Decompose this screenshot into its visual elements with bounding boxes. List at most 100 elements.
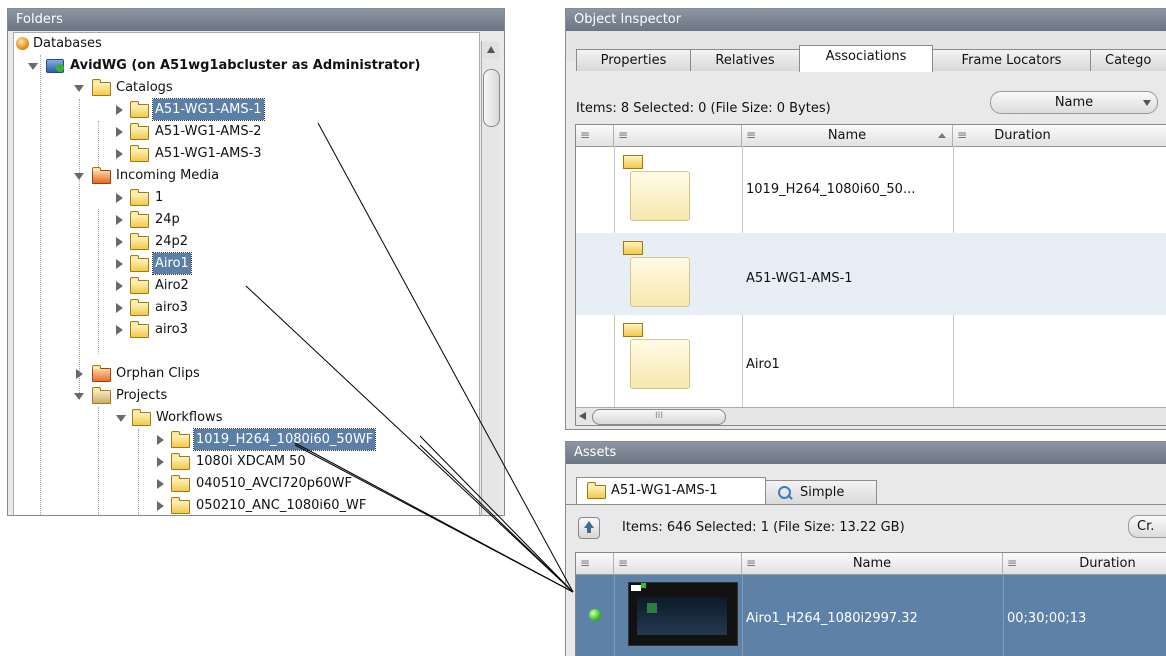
column-header-name[interactable]: ≡ Name — [742, 125, 953, 146]
expand-arrow-icon[interactable] — [157, 479, 164, 489]
column-menu-icon: ≡ — [618, 128, 629, 142]
folder-thumbnail-icon — [630, 339, 690, 389]
folder-icon — [623, 241, 643, 255]
expand-arrow-icon[interactable] — [157, 457, 164, 467]
expand-arrow-icon[interactable] — [116, 215, 123, 225]
tree-label: Databases — [33, 36, 102, 51]
clip-thumbnail — [628, 582, 738, 646]
column-header-duration[interactable]: ≡ Duration — [953, 125, 1166, 146]
expand-arrow-icon[interactable] — [116, 415, 126, 422]
folders-panel: Folders Databases AvidWG (on A51wg1abclu… — [7, 8, 505, 516]
tree-label: 1019_H264_1080i60_50WF — [192, 428, 377, 451]
folder-icon — [130, 255, 149, 272]
table-row[interactable]: A51-WG1-AMS-1 — [576, 233, 1166, 315]
sort-dropdown[interactable]: Name — [990, 91, 1158, 114]
expand-arrow-icon[interactable] — [116, 149, 123, 159]
row-name: Airo1_H264_1080i2997.32 — [746, 611, 918, 626]
expand-arrow-icon[interactable] — [116, 325, 123, 335]
scroll-thumb[interactable]: III — [592, 409, 726, 425]
folder-icon — [130, 101, 149, 118]
check-icon — [56, 64, 64, 72]
column-header[interactable]: ≡ — [614, 125, 742, 146]
tree-line — [138, 429, 139, 515]
expand-arrow-icon[interactable] — [116, 127, 123, 137]
chevron-down-icon — [1143, 100, 1151, 106]
folder-thumbnail-icon — [630, 171, 690, 221]
scroll-up-icon[interactable] — [483, 42, 499, 58]
expand-arrow-icon[interactable] — [116, 237, 123, 247]
assets-table: ≡ ≡ ≡ Name ≡ Duration Airo1_H264_1080i2997… — [575, 552, 1166, 656]
tab-folder[interactable]: A51-WG1-AMS-1 — [576, 477, 766, 505]
expand-arrow-icon[interactable] — [116, 193, 123, 203]
create-button[interactable]: Cr. — [1128, 515, 1166, 538]
status-online-icon — [589, 609, 601, 621]
folder-thumbnail-icon — [630, 257, 690, 307]
table-row[interactable]: 1019_H264_1080i60_50... — [576, 147, 1166, 233]
tree-label: 24p2 — [155, 234, 189, 249]
column-menu-icon: ≡ — [580, 128, 591, 142]
column-header-name[interactable]: ≡ Name — [742, 553, 1003, 574]
scroll-left-icon[interactable] — [579, 412, 586, 420]
orphan-clips-icon — [92, 365, 111, 382]
expand-arrow-icon[interactable] — [28, 63, 38, 70]
tab-properties[interactable]: Properties — [576, 49, 691, 71]
tree-label: Workflows — [156, 410, 223, 425]
databases-icon — [16, 37, 29, 50]
table-row-selected[interactable]: Airo1_H264_1080i2997.32 00;30;00;13 — [576, 575, 1166, 656]
tab-label: A51-WG1-AMS-1 — [611, 483, 718, 498]
horizontal-scrollbar[interactable]: III — [576, 407, 1166, 425]
tree-label: A51-WG1-AMS-3 — [155, 146, 262, 161]
column-divider — [614, 575, 615, 656]
tab-categories[interactable]: Catego — [1090, 49, 1166, 71]
tree-label: 24p — [155, 212, 180, 227]
folder-icon — [130, 299, 149, 316]
expand-arrow-icon[interactable] — [157, 435, 164, 445]
expand-arrow-icon[interactable] — [116, 105, 123, 115]
column-divider — [742, 575, 743, 656]
table-header: ≡ ≡ ≡ Name ≡ Duration — [576, 125, 1166, 147]
items-info: Items: 8 Selected: 0 (File Size: 0 Bytes… — [576, 101, 831, 116]
folder-icon — [171, 475, 190, 492]
clip-marker-icon — [641, 583, 646, 588]
search-icon-handle — [787, 494, 793, 500]
column-header[interactable]: ≡ — [576, 125, 614, 146]
folders-title: Folders — [8, 9, 504, 31]
column-menu-icon: ≡ — [618, 556, 629, 570]
expand-arrow-icon[interactable] — [116, 281, 123, 291]
folder-icon — [171, 453, 190, 470]
tab-relatives[interactable]: Relatives — [690, 49, 800, 71]
folder-icon — [130, 233, 149, 250]
table-header: ≡ ≡ ≡ Name ≡ Duration — [576, 553, 1166, 575]
folder-icon — [623, 323, 643, 337]
up-folder-button[interactable] — [578, 517, 600, 539]
tab-simple-search[interactable]: Simple — [765, 480, 877, 505]
folder-icon — [130, 123, 149, 140]
scroll-thumb[interactable] — [483, 69, 500, 127]
expand-arrow-icon[interactable] — [76, 369, 83, 379]
tree-line — [98, 407, 99, 515]
expand-arrow-icon[interactable] — [74, 85, 84, 92]
projects-icon — [92, 387, 111, 404]
expand-arrow-icon[interactable] — [116, 303, 123, 313]
column-header-duration[interactable]: ≡ Duration — [1003, 553, 1166, 574]
tab-frame-locators[interactable]: Frame Locators — [932, 49, 1091, 71]
column-header[interactable]: ≡ — [576, 553, 614, 574]
column-title: Name — [827, 128, 867, 143]
tree-label: Orphan Clips — [116, 366, 200, 381]
tree-label: airo3 — [155, 300, 188, 315]
tree-label: A51-WG1-AMS-1 — [152, 98, 265, 121]
clip-frame-highlight — [647, 603, 657, 613]
table-row[interactable]: Airo1 — [576, 315, 1166, 397]
column-header[interactable]: ≡ — [614, 553, 742, 574]
folder-icon — [132, 409, 151, 426]
tab-associations[interactable]: Associations — [799, 45, 933, 72]
expand-arrow-icon[interactable] — [74, 393, 84, 400]
expand-arrow-icon[interactable] — [116, 259, 123, 269]
expand-arrow-icon[interactable] — [157, 501, 164, 511]
tree-label: Airo2 — [155, 278, 189, 293]
object-inspector-title: Object Inspector — [566, 9, 1166, 31]
tree-label: AvidWG (on A51wg1abcluster as Administra… — [70, 58, 421, 73]
folders-scrollbar[interactable] — [481, 41, 500, 515]
expand-arrow-icon[interactable] — [74, 173, 84, 180]
tree-line — [79, 99, 80, 399]
